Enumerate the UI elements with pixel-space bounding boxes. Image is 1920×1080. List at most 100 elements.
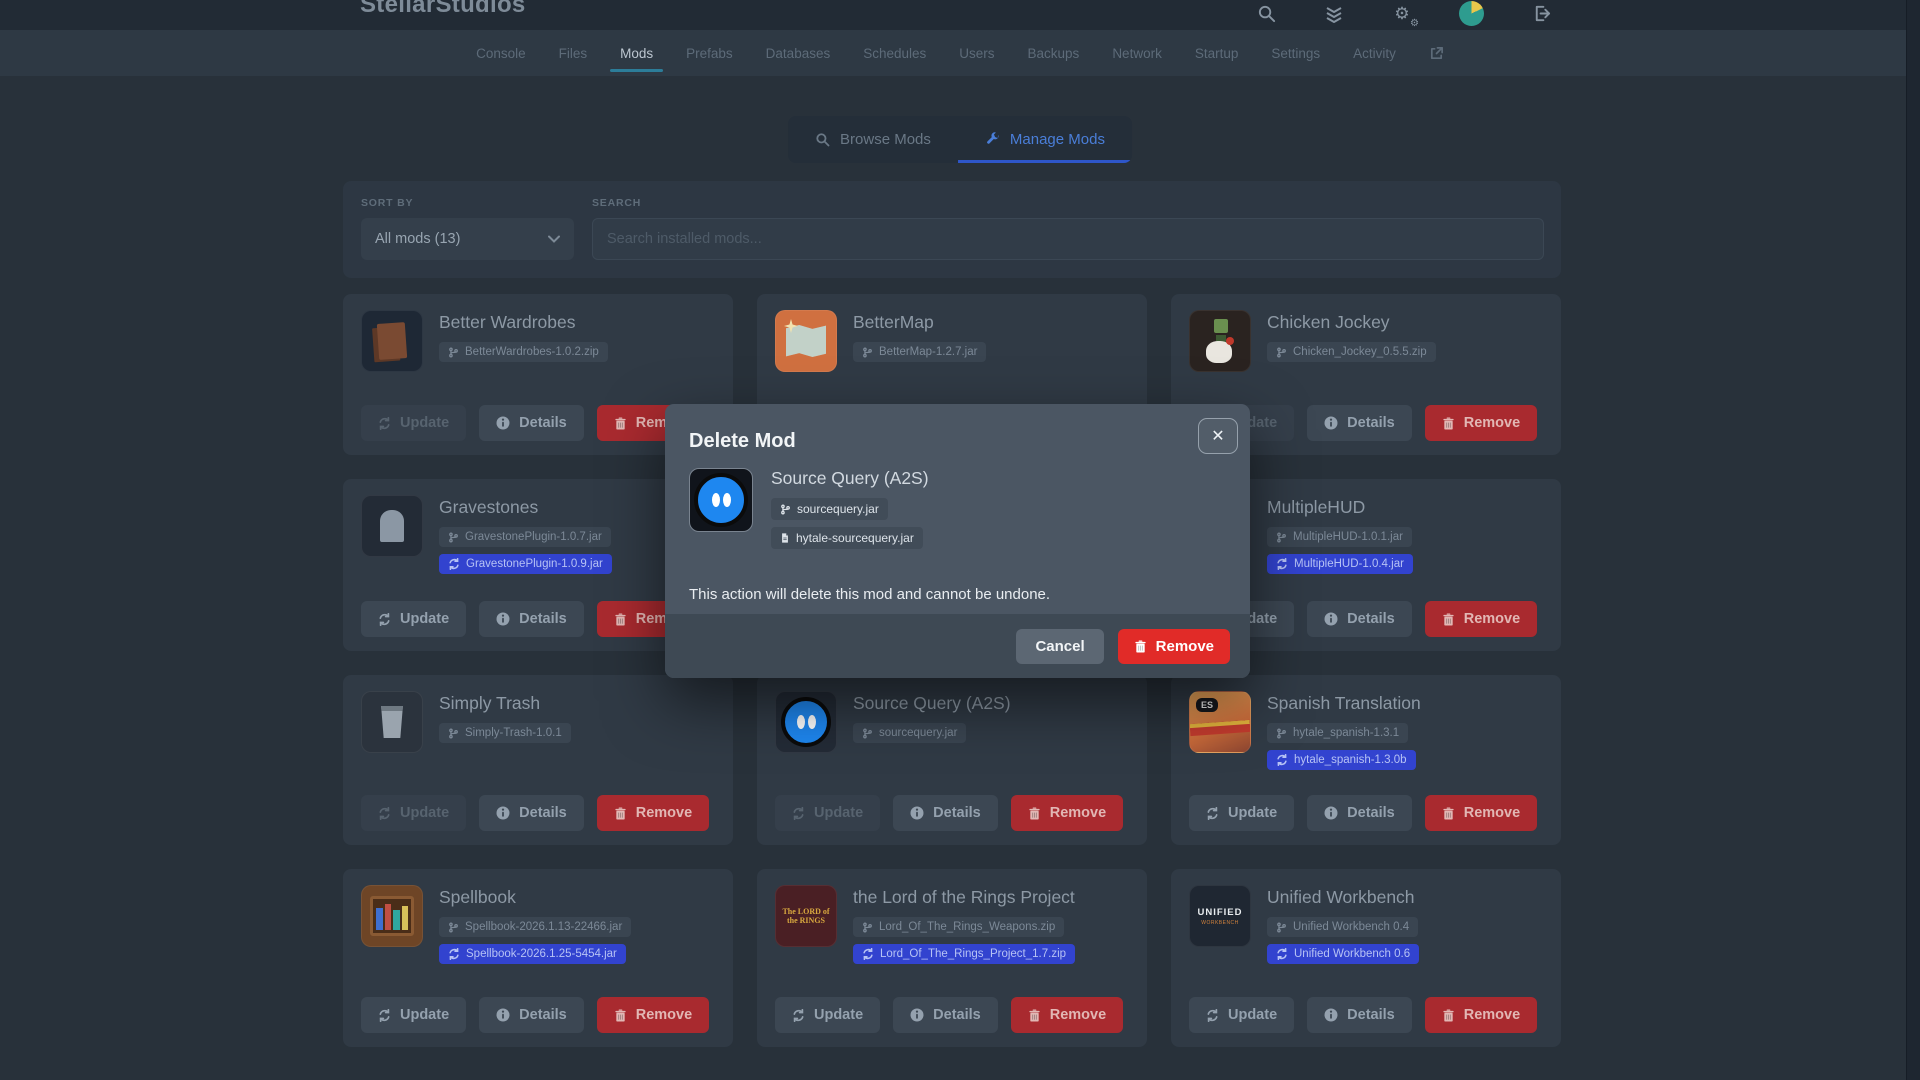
mod-update-badge: GravestonePlugin-1.0.9.jar: [439, 554, 612, 574]
refresh-icon: [378, 807, 391, 820]
update-button[interactable]: Update: [361, 601, 466, 637]
chevron-down-icon: [548, 235, 560, 243]
manage-mods-label: Manage Mods: [1010, 131, 1105, 148]
mod-icon-source-query: [775, 691, 837, 753]
update-button[interactable]: Update: [361, 405, 466, 441]
tab-network[interactable]: Network: [1112, 30, 1162, 76]
trash-icon: [1028, 1009, 1041, 1022]
es-label: ES: [1196, 698, 1218, 712]
browse-mods-tab[interactable]: Browse Mods: [788, 116, 958, 163]
modal-close-button[interactable]: ✕: [1198, 418, 1238, 454]
settings-gears-icon[interactable]: ⚙ ⚙: [1391, 3, 1413, 25]
refresh-icon: [792, 1009, 805, 1022]
refresh-icon: [1276, 558, 1288, 570]
details-button[interactable]: Details: [1307, 795, 1412, 831]
confirm-remove-button[interactable]: Remove: [1118, 629, 1230, 664]
refresh-icon: [1276, 754, 1288, 766]
mod-card-simply-trash: Simply Trash Simply-Trash-1.0.1 Update D…: [343, 675, 733, 845]
tab-databases[interactable]: Databases: [766, 30, 831, 76]
modal-file-badge: sourcequery.jar: [771, 498, 888, 520]
mod-file-badge: BetterWardrobes-1.0.2.zip: [439, 342, 608, 362]
details-button[interactable]: Details: [893, 997, 998, 1033]
info-icon: [1324, 806, 1338, 820]
scrollbar[interactable]: [1906, 0, 1920, 1080]
tab-files[interactable]: Files: [559, 30, 588, 76]
git-branch-icon: [862, 347, 873, 358]
delete-mod-modal: Delete Mod ✕ Source Query (A2S) sourcequ…: [665, 404, 1250, 678]
tab-mods[interactable]: Mods: [620, 30, 653, 76]
sort-dropdown[interactable]: All mods (13): [361, 218, 574, 260]
search-icon[interactable]: [1255, 3, 1277, 25]
tab-backups[interactable]: Backups: [1028, 30, 1080, 76]
external-link-icon[interactable]: [1429, 46, 1444, 61]
git-branch-icon: [862, 728, 873, 739]
details-button[interactable]: Details: [893, 795, 998, 831]
mods-mode-toggle: Browse Mods Manage Mods: [788, 116, 1132, 163]
mod-card-unified-workbench: UNIFIED WORKBENCH Unified Workbench Unif…: [1171, 869, 1561, 1047]
sort-dropdown-value: All mods (13): [375, 231, 460, 247]
git-branch-icon: [1276, 922, 1287, 933]
update-button[interactable]: Update: [1189, 997, 1294, 1033]
refresh-icon: [1206, 807, 1219, 820]
update-button[interactable]: Update: [361, 795, 466, 831]
logout-icon[interactable]: [1530, 3, 1552, 25]
details-button[interactable]: Details: [1307, 997, 1412, 1033]
app-header: StellarStudios ⚙ ⚙: [0, 0, 1920, 30]
remove-button[interactable]: Remove: [1011, 795, 1123, 831]
details-button[interactable]: Details: [1307, 601, 1412, 637]
header-icon-group: ⚙ ⚙: [1255, 1, 1552, 26]
details-button[interactable]: Details: [479, 405, 584, 441]
remove-button[interactable]: Remove: [1425, 997, 1537, 1033]
update-button[interactable]: Update: [361, 997, 466, 1033]
mod-title: Source Query (A2S): [853, 693, 1011, 714]
tab-activity[interactable]: Activity: [1353, 30, 1396, 76]
mod-update-badge: Spellbook-2026.1.25-5454.jar: [439, 944, 626, 964]
tab-startup[interactable]: Startup: [1195, 30, 1239, 76]
search-label: SEARCH: [592, 197, 641, 209]
app-title: StellarStudios: [360, 0, 526, 19]
update-button[interactable]: Update: [1189, 795, 1294, 831]
remove-button[interactable]: Remove: [1425, 601, 1537, 637]
tab-prefabs[interactable]: Prefabs: [686, 30, 733, 76]
mod-file-badge: Lord_Of_The_Rings_Weapons.zip: [853, 917, 1064, 937]
layers-icon[interactable]: [1323, 3, 1345, 25]
manage-mods-tab[interactable]: Manage Mods: [958, 116, 1132, 163]
mod-update-badge: Unified Workbench 0.6: [1267, 944, 1419, 964]
details-button[interactable]: Details: [1307, 405, 1412, 441]
tab-users[interactable]: Users: [959, 30, 994, 76]
trash-icon: [614, 807, 627, 820]
git-branch-icon: [448, 728, 459, 739]
mod-card-spanish-translation: ES Spanish Translation hytale_spanish-1.…: [1171, 675, 1561, 845]
mod-file-badge: Unified Workbench 0.4: [1267, 917, 1418, 937]
mod-update-badge: MultipleHUD-1.0.4.jar: [1267, 554, 1413, 574]
sort-by-label: SORT BY: [361, 197, 413, 209]
cancel-button[interactable]: Cancel: [1016, 629, 1103, 664]
user-avatar[interactable]: [1459, 1, 1484, 26]
modal-mod-name: Source Query (A2S): [771, 468, 929, 489]
remove-button[interactable]: Remove: [597, 997, 709, 1033]
trash-icon: [1442, 417, 1455, 430]
update-button[interactable]: Update: [775, 795, 880, 831]
mod-card-source-query: Source Query (A2S) sourcequery.jar Updat…: [757, 675, 1147, 845]
mod-update-badge: Lord_Of_The_Rings_Project_1.7.zip: [853, 944, 1075, 964]
search-input[interactable]: [592, 218, 1544, 260]
info-icon: [1324, 416, 1338, 430]
filters-panel: SORT BY All mods (13) SEARCH: [343, 181, 1561, 278]
remove-button[interactable]: Remove: [1011, 997, 1123, 1033]
trash-icon: [1442, 1009, 1455, 1022]
mod-file-badge: GravestonePlugin-1.0.7.jar: [439, 527, 611, 547]
refresh-icon: [448, 558, 460, 570]
remove-button[interactable]: Remove: [1425, 405, 1537, 441]
trash-icon: [614, 613, 627, 626]
details-button[interactable]: Details: [479, 601, 584, 637]
mod-update-badge: hytale_spanish-1.3.0b: [1267, 750, 1416, 770]
tab-settings[interactable]: Settings: [1271, 30, 1320, 76]
details-button[interactable]: Details: [479, 997, 584, 1033]
info-icon: [1324, 612, 1338, 626]
tab-console[interactable]: Console: [476, 30, 526, 76]
tab-schedules[interactable]: Schedules: [863, 30, 926, 76]
update-button[interactable]: Update: [775, 997, 880, 1033]
details-button[interactable]: Details: [479, 795, 584, 831]
remove-button[interactable]: Remove: [597, 795, 709, 831]
remove-button[interactable]: Remove: [1425, 795, 1537, 831]
